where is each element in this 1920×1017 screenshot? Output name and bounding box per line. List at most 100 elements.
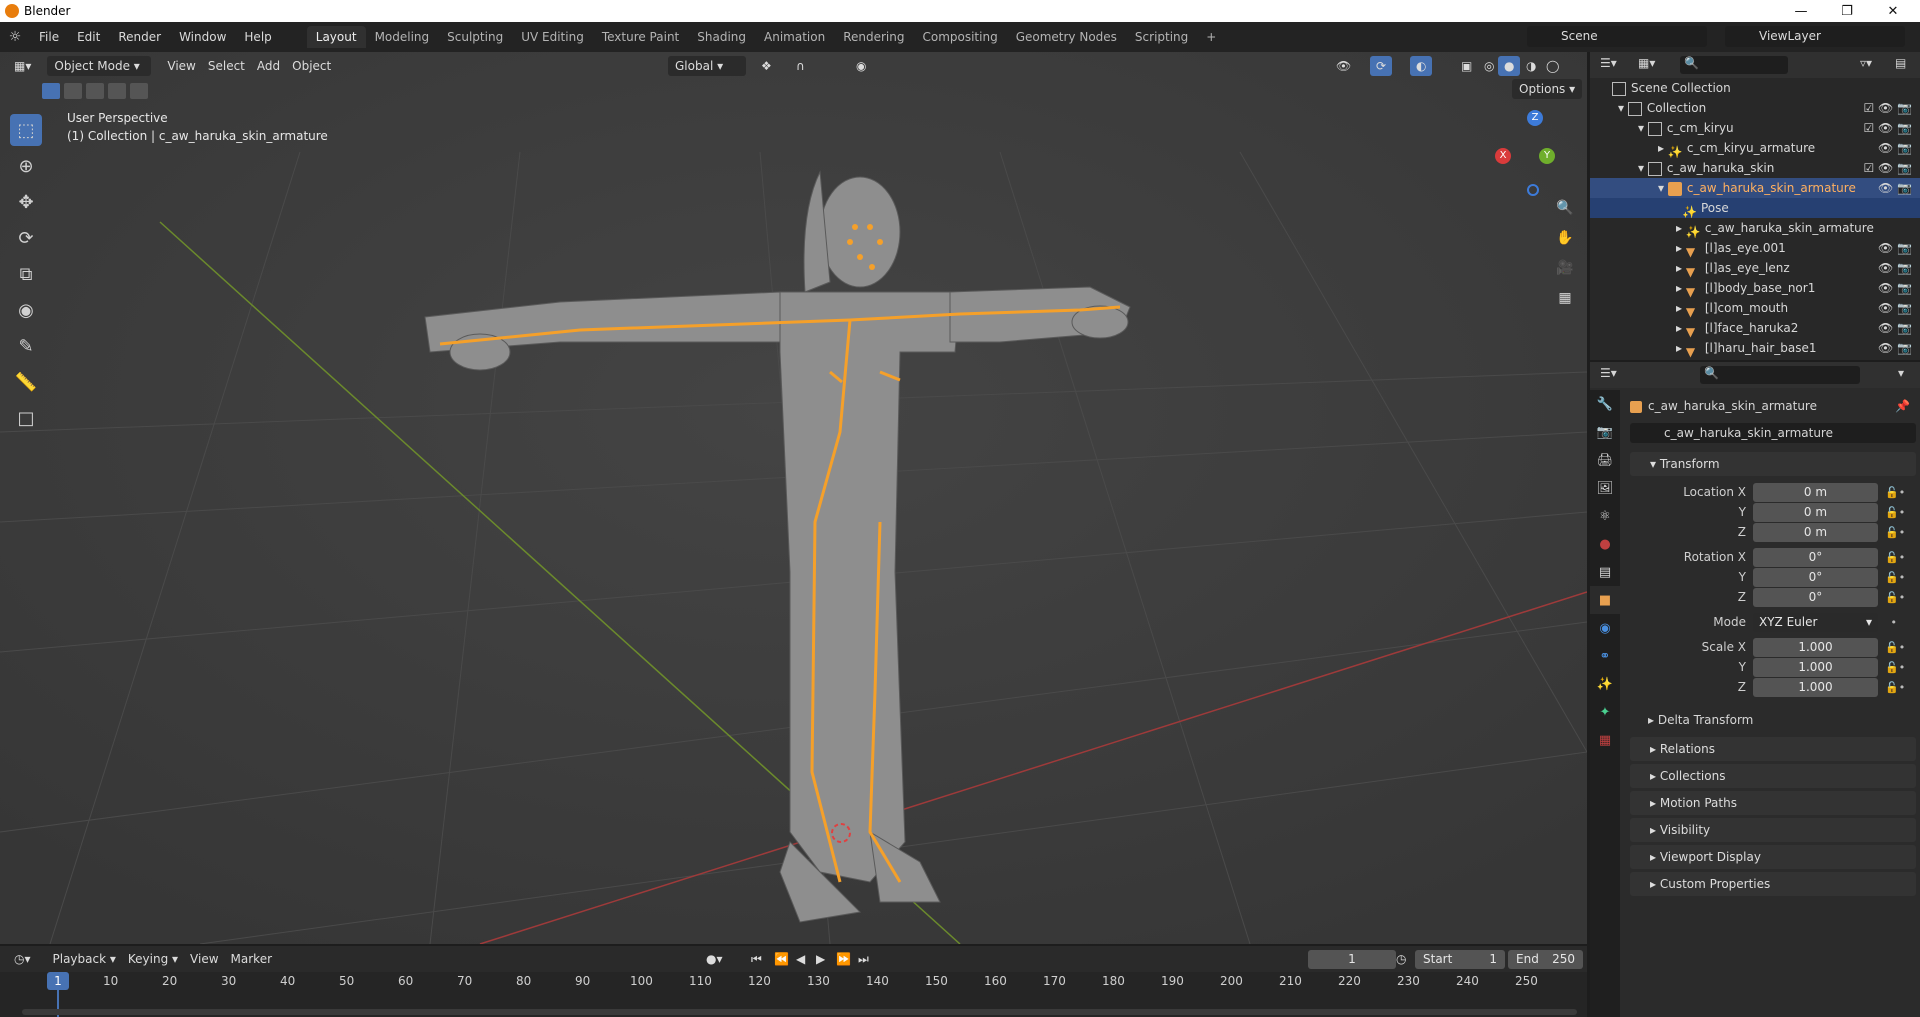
- pin-icon[interactable]: 📌: [1895, 396, 1910, 416]
- outliner-row[interactable]: ▾ c_aw_haruka_skin ☑ 👁 📷: [1590, 158, 1920, 178]
- render-tab-icon[interactable]: 📷: [1590, 418, 1620, 446]
- row-toggles[interactable]: 👁 📷: [1878, 238, 1912, 258]
- scale-z-field[interactable]: 1.000: [1753, 678, 1878, 697]
- select-subtract-icon[interactable]: [86, 83, 104, 99]
- outliner-row[interactable]: ✨ Pose: [1590, 198, 1920, 219]
- mode-dropdown[interactable]: Object Mode ▾: [47, 56, 152, 76]
- tab-scripting[interactable]: Scripting: [1126, 26, 1197, 48]
- motion-paths-panel-header[interactable]: ▸ Motion Paths: [1630, 791, 1916, 815]
- select-menu[interactable]: Select: [202, 56, 251, 76]
- outliner-row[interactable]: ▸ ▼ [l]com_mouth 👁 📷: [1590, 298, 1920, 319]
- gizmo-z-axis[interactable]: Z: [1527, 110, 1543, 126]
- editor-type-icon[interactable]: ▦▾: [8, 56, 37, 76]
- scale-x-field[interactable]: 1.000: [1753, 638, 1878, 657]
- marker-menu[interactable]: Marker: [225, 949, 278, 969]
- view-layer-tab-icon[interactable]: 🖼: [1590, 474, 1620, 502]
- select-extend-icon[interactable]: [64, 83, 82, 99]
- outliner-row[interactable]: ▸ ✨ c_aw_haruka_skin_armature: [1590, 218, 1920, 239]
- timeline-editor-type-icon[interactable]: ◷▾: [8, 949, 37, 969]
- rotation-z-field[interactable]: 0°: [1753, 588, 1878, 607]
- object-data-tab-icon[interactable]: ✨: [1590, 670, 1620, 698]
- minimize-icon[interactable]: —: [1778, 0, 1824, 22]
- rotation-y-field[interactable]: 0°: [1753, 568, 1878, 587]
- constraints-tab-icon[interactable]: ⚭: [1590, 642, 1620, 670]
- solid-shading-icon[interactable]: ●: [1498, 56, 1521, 76]
- cursor-tool-icon[interactable]: ⊕: [10, 150, 42, 182]
- gizmo-x-axis[interactable]: X: [1495, 148, 1511, 164]
- select-invert-icon[interactable]: [108, 83, 126, 99]
- row-toggles[interactable]: ☑ 👁 📷: [1863, 98, 1912, 118]
- restore-icon[interactable]: ❐: [1824, 0, 1870, 22]
- new-collection-icon[interactable]: ▤: [1895, 56, 1906, 70]
- row-toggles[interactable]: 👁 📷: [1878, 178, 1912, 198]
- pivot-icon[interactable]: ❖: [755, 56, 778, 76]
- preview-range-icon[interactable]: ◷: [1390, 949, 1412, 969]
- add-workspace-button[interactable]: +: [1197, 26, 1225, 48]
- tab-texture-paint[interactable]: Texture Paint: [593, 26, 688, 48]
- transform-panel-header[interactable]: ▾ Transform: [1630, 452, 1916, 476]
- tab-shading[interactable]: Shading: [688, 26, 755, 48]
- tab-layout[interactable]: Layout: [306, 26, 366, 48]
- row-toggles[interactable]: 👁 📷: [1878, 278, 1912, 298]
- outliner-row[interactable]: Scene Collection: [1590, 78, 1920, 98]
- view-layer-selector[interactable]: ViewLayer: [1725, 26, 1905, 47]
- outliner-search-input[interactable]: 🔍: [1680, 56, 1788, 74]
- visibility-icon[interactable]: 👁: [1330, 56, 1357, 76]
- snap-icon[interactable]: ∩: [790, 56, 811, 76]
- tool-tab-icon[interactable]: 🔧: [1590, 390, 1620, 418]
- timeline-ruler[interactable]: 1 10 20 30 40 50 60 70 80 90 100 110 120…: [0, 972, 1587, 1017]
- select-box-tool-icon[interactable]: ⬚: [10, 114, 42, 146]
- annotate-tool-icon[interactable]: ✎: [10, 330, 42, 362]
- tab-compositing[interactable]: Compositing: [913, 26, 1006, 48]
- options-dropdown[interactable]: Options ▾: [1512, 79, 1583, 99]
- visibility-panel-header[interactable]: ▸ Visibility: [1630, 818, 1916, 842]
- tab-modeling[interactable]: Modeling: [366, 26, 439, 48]
- lock-icons[interactable]: 🔓• 🔓• 🔓• 🔓• 🔓• 🔓• • 🔓• 🔓• 🔓•: [1885, 483, 1915, 698]
- outliner-filter-icon[interactable]: ▿▾: [1860, 56, 1872, 70]
- menu-file[interactable]: File: [30, 26, 68, 48]
- add-menu[interactable]: Add: [251, 56, 286, 76]
- relations-panel-header[interactable]: ▸ Relations: [1630, 737, 1916, 761]
- playback-menu[interactable]: Playback ▾: [47, 949, 122, 969]
- xray-icon[interactable]: ▣: [1455, 56, 1478, 76]
- play-reverse-icon[interactable]: ◀: [790, 949, 811, 969]
- move-tool-icon[interactable]: ✥: [10, 186, 42, 218]
- scale-tool-icon[interactable]: ⧉: [10, 258, 42, 290]
- camera-view-icon[interactable]: 🎥: [1552, 260, 1578, 290]
- navigation-gizmo[interactable]: Z X Y: [1495, 110, 1575, 196]
- row-toggles[interactable]: 👁 📷: [1878, 258, 1912, 278]
- outliner-row-selected[interactable]: ▾ c_aw_haruka_skin_armature 👁 📷: [1590, 178, 1920, 198]
- location-z-field[interactable]: 0 m: [1753, 523, 1878, 542]
- outliner-row[interactable]: ▸ ▼ [l]face_haruka2 👁 📷: [1590, 318, 1920, 339]
- scene-selector[interactable]: Scene: [1527, 26, 1707, 47]
- ortho-toggle-icon[interactable]: ▦: [1552, 290, 1578, 320]
- menu-help[interactable]: Help: [235, 26, 280, 48]
- transform-tool-icon[interactable]: ◉: [10, 294, 42, 326]
- properties-search-input[interactable]: 🔍: [1700, 366, 1860, 384]
- play-icon[interactable]: ▶: [810, 949, 831, 969]
- playhead[interactable]: 1: [47, 972, 69, 990]
- auto-keying-icon[interactable]: ●▾: [700, 949, 729, 969]
- properties-editor-type-icon[interactable]: ☰▾: [1600, 366, 1617, 380]
- rendered-shading-icon[interactable]: ◯: [1540, 56, 1565, 76]
- measure-tool-icon[interactable]: 📏: [10, 366, 42, 398]
- rotate-tool-icon[interactable]: ⟳: [10, 222, 42, 254]
- collection-tab-icon[interactable]: ▤: [1590, 558, 1620, 586]
- view-menu[interactable]: View: [161, 56, 201, 76]
- timeline-view-menu[interactable]: View: [184, 949, 224, 969]
- texture-tab-icon[interactable]: ▦: [1590, 726, 1620, 754]
- scene-tab-icon[interactable]: ⚛: [1590, 502, 1620, 530]
- tab-uv-editing[interactable]: UV Editing: [512, 26, 593, 48]
- viewport-display-panel-header[interactable]: ▸ Viewport Display: [1630, 845, 1916, 869]
- start-frame-field[interactable]: Start 1: [1415, 950, 1505, 969]
- row-toggles[interactable]: 👁 📷: [1878, 338, 1912, 358]
- outliner-row[interactable]: ▸ ▼ [l]as_eye_lenz 👁 📷: [1590, 258, 1920, 279]
- proportional-edit-icon[interactable]: ◉: [850, 56, 872, 76]
- row-toggles[interactable]: 👁 📷: [1878, 138, 1912, 158]
- row-toggles[interactable]: 👁 📷: [1878, 318, 1912, 338]
- row-toggles[interactable]: ☑ 👁 📷: [1863, 158, 1912, 178]
- zoom-icon[interactable]: 🔍: [1552, 200, 1578, 230]
- orientation-dropdown[interactable]: Global ▾: [668, 56, 746, 76]
- outliner-editor-type-icon[interactable]: ☰▾: [1600, 56, 1617, 70]
- gizmo-y-axis[interactable]: Y: [1539, 148, 1555, 164]
